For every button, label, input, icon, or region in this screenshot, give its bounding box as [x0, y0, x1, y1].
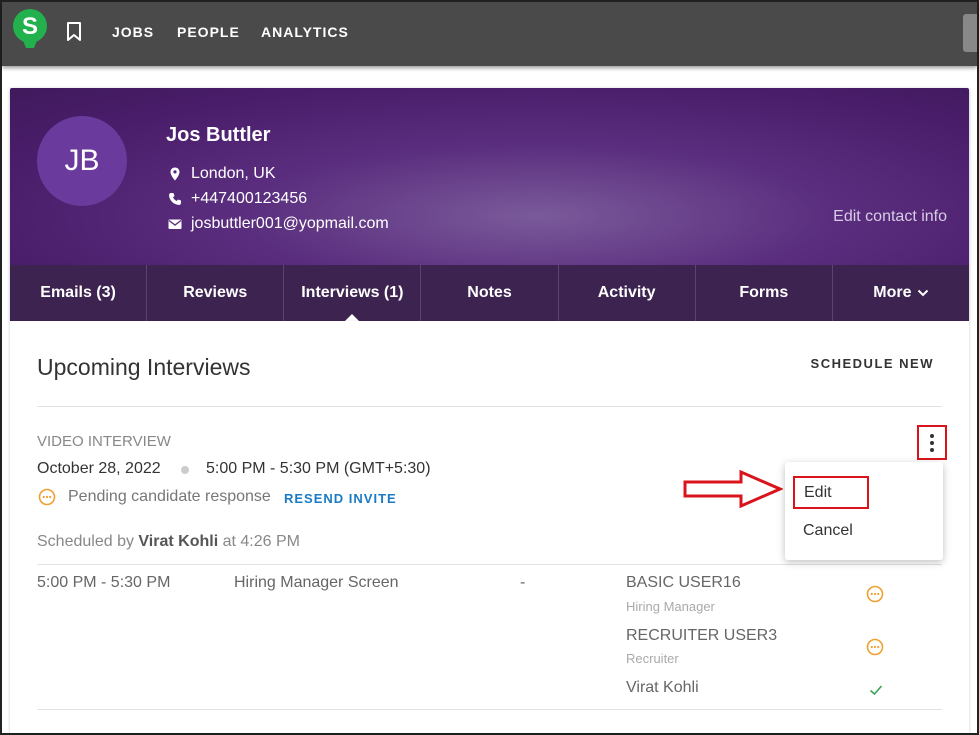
divider — [37, 709, 942, 710]
nav-jobs[interactable]: JOBS — [112, 24, 154, 40]
tab-reviews[interactable]: Reviews — [147, 265, 285, 321]
divider — [37, 564, 942, 565]
tab-notes[interactable]: Notes — [421, 265, 559, 321]
participant-name: Virat Kohli — [626, 679, 699, 696]
scheduler-name: Virat Kohli — [138, 533, 219, 550]
interviews-panel: Upcoming Interviews SCHEDULE NEW VIDEO I… — [10, 321, 969, 733]
phone-icon — [169, 193, 181, 205]
annotation-arrow-icon — [683, 469, 783, 509]
pending-icon — [38, 488, 56, 506]
tab-forms[interactable]: Forms — [696, 265, 833, 321]
edit-contact-link[interactable]: Edit contact info — [833, 208, 947, 226]
divider — [37, 406, 942, 407]
interview-date: October 28, 2022 — [37, 460, 161, 477]
mail-icon — [168, 219, 182, 229]
slot-name: Hiring Manager Screen — [234, 574, 399, 591]
phone-text[interactable]: +447400123456 — [191, 190, 307, 208]
tab-interviews[interactable]: Interviews (1) — [284, 265, 422, 321]
schedule-new-button[interactable]: SCHEDULE NEW — [811, 356, 934, 371]
top-nav: S JOBS PEOPLE ANALYTICS — [2, 2, 977, 66]
participant-role: Recruiter — [626, 651, 679, 666]
resend-invite-link[interactable]: RESEND INVITE — [284, 491, 397, 506]
tab-activity[interactable]: Activity — [559, 265, 696, 321]
pending-icon — [866, 585, 884, 603]
tab-emails[interactable]: Emails (3) — [10, 265, 148, 321]
avatar: JB — [37, 116, 127, 206]
nav-right-control[interactable] — [963, 14, 977, 52]
kebab-dot — [930, 447, 934, 452]
candidate-header: JB Jos Buttler London, UK +447400123456 … — [10, 88, 969, 321]
email-text[interactable]: josbuttler001@yopmail.com — [191, 215, 389, 233]
logo-letter: S — [22, 13, 38, 40]
bookmark-icon[interactable] — [66, 22, 82, 42]
options-dropdown: Edit Cancel — [785, 462, 943, 560]
participant-name: RECRUITER USER3 — [626, 627, 778, 644]
slot-time: 5:00 PM - 5:30 PM — [37, 574, 171, 591]
more-options-button[interactable] — [917, 425, 947, 460]
check-icon — [869, 685, 883, 696]
email-row: josbuttler001@yopmail.com — [168, 215, 389, 233]
edit-menu-item[interactable]: Edit — [793, 476, 869, 509]
interview-type: VIDEO INTERVIEW — [37, 433, 171, 450]
location-text: London, UK — [191, 165, 276, 182]
nav-people[interactable]: PEOPLE — [177, 24, 240, 40]
section-title: Upcoming Interviews — [37, 354, 251, 380]
candidate-name: Jos Buttler — [166, 124, 271, 146]
phone-row: +447400123456 — [168, 190, 307, 208]
interview-time: 5:00 PM - 5:30 PM (GMT+5:30) — [206, 460, 431, 477]
slot-location: - — [520, 574, 526, 591]
pending-status: Pending candidate response — [68, 488, 271, 505]
kebab-dot — [930, 433, 934, 438]
chevron-down-icon — [917, 289, 928, 297]
location-row: London, UK — [168, 165, 276, 183]
tab-more[interactable]: More — [833, 265, 969, 321]
participant-name: BASIC USER16 — [626, 574, 741, 591]
nav-analytics[interactable]: ANALYTICS — [261, 24, 349, 40]
logo-icon[interactable]: S — [12, 8, 48, 54]
kebab-dot — [930, 440, 934, 445]
cancel-menu-item[interactable]: Cancel — [803, 522, 853, 540]
separator-dot — [181, 466, 189, 474]
participant-role: Hiring Manager — [626, 599, 715, 614]
scheduled-by: Scheduled by Virat Kohli at 4:26 PM — [37, 533, 300, 550]
location-pin-icon — [170, 167, 180, 181]
profile-tabs: Emails (3) Reviews Interviews (1) Notes … — [10, 265, 969, 321]
pending-icon — [866, 638, 884, 656]
